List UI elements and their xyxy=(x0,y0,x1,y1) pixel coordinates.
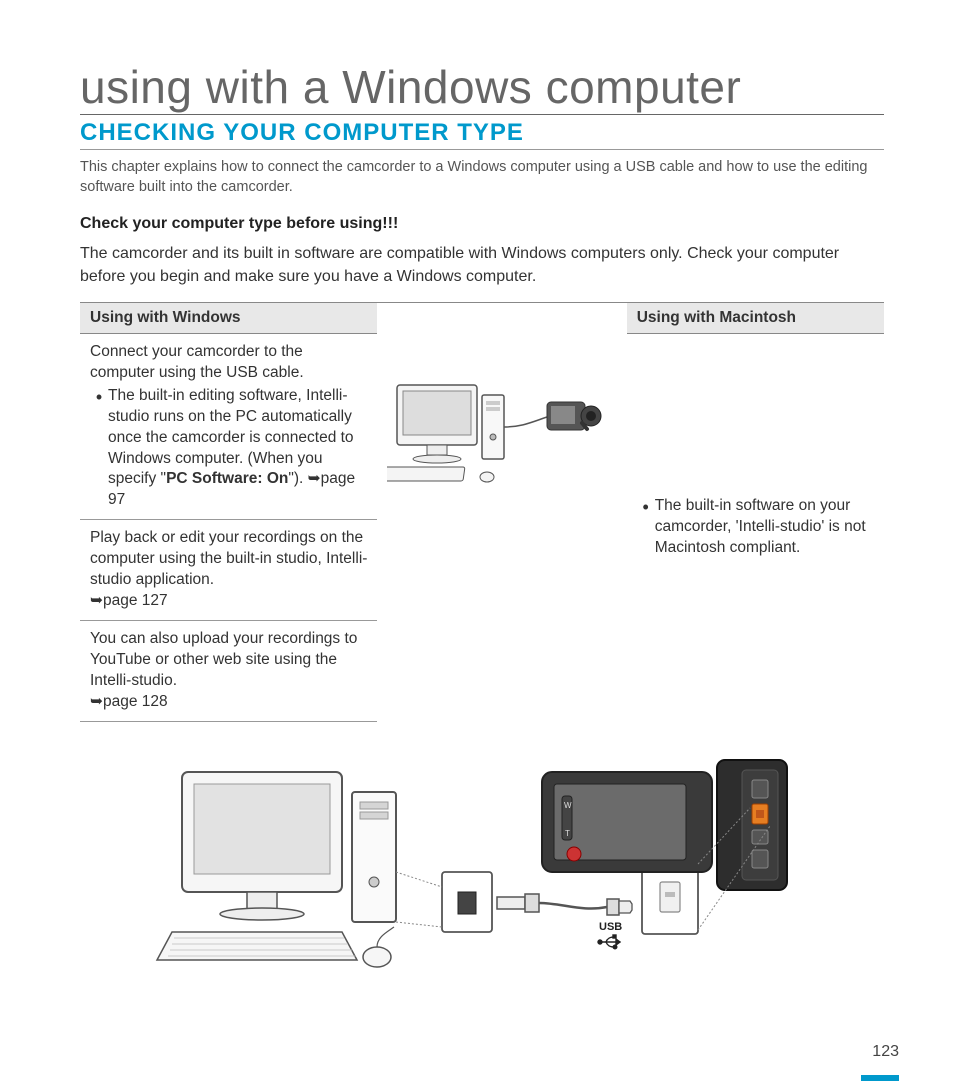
svg-text:T: T xyxy=(565,829,570,838)
page-accent-bar xyxy=(861,1075,899,1081)
page-ref-arrow-icon: ➥ xyxy=(90,592,103,609)
bullet-icon: • xyxy=(90,386,108,512)
intro-paragraph: This chapter explains how to connect the… xyxy=(80,158,884,197)
header-windows: Using with Windows xyxy=(80,302,377,333)
illustration-cell xyxy=(377,333,626,721)
compatibility-table: Using with Windows Using with Macintosh … xyxy=(80,302,884,722)
page-number: 123 xyxy=(872,1043,899,1061)
mac-bullet-text: The built-in software on your camcorder,… xyxy=(655,496,874,559)
section-title: CHECKING YOUR COMPUTER TYPE xyxy=(80,119,884,150)
win2-ref: page 127 xyxy=(103,592,168,609)
header-mac: Using with Macintosh xyxy=(627,302,884,333)
table-header-row: Using with Windows Using with Macintosh xyxy=(80,302,884,333)
check-heading: Check your computer type before using!!! xyxy=(80,215,884,233)
win3-text: You can also upload your recordings to Y… xyxy=(90,630,357,689)
usb-connection-illustration: USB W T xyxy=(142,752,822,982)
computer-camcorder-small-illustration xyxy=(387,367,617,517)
win1-b-p2: "). xyxy=(288,470,307,487)
win1-b-bold: PC Software: On xyxy=(166,470,288,487)
windows-cell-2: Play back or edit your recordings on the… xyxy=(80,520,377,621)
mac-cell: • The built-in software on your camcorde… xyxy=(627,333,884,721)
svg-text:W: W xyxy=(564,801,572,810)
usb-label-text: USB xyxy=(599,921,622,933)
win3-ref: page 128 xyxy=(103,693,168,710)
windows-cell-1: Connect your camcorder to the computer u… xyxy=(80,333,377,519)
win1-bullet: The built-in editing software, Intelli-s… xyxy=(108,386,367,512)
header-spacer xyxy=(377,302,626,333)
page-ref-arrow-icon: ➥ xyxy=(308,470,321,487)
page-title: using with a Windows computer xyxy=(80,60,884,115)
bullet-icon: • xyxy=(637,496,655,559)
win1-lead: Connect your camcorder to the computer u… xyxy=(90,343,304,381)
check-body: The camcorder and its built in software … xyxy=(80,243,884,288)
win2-text: Play back or edit your recordings on the… xyxy=(90,529,367,588)
page-ref-arrow-icon: ➥ xyxy=(90,693,103,710)
table-row: Connect your camcorder to the computer u… xyxy=(80,333,884,519)
windows-cell-3: You can also upload your recordings to Y… xyxy=(80,620,377,721)
